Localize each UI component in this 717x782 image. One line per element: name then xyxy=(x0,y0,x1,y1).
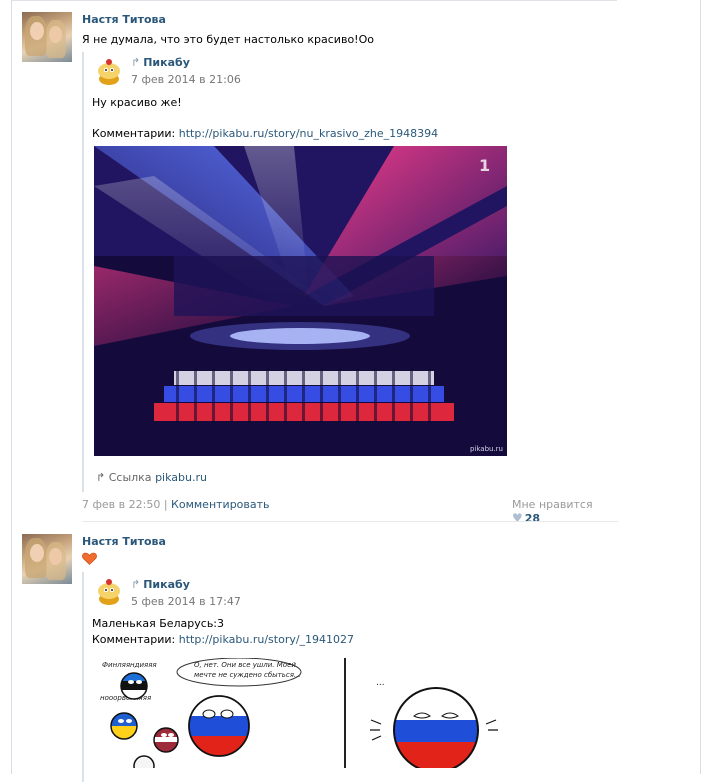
comments-label: Комментарии: xyxy=(92,127,176,140)
attached-link[interactable]: ↱ Ссылка pikabu.ru xyxy=(96,471,207,484)
ukraine-ball xyxy=(110,712,138,740)
pikabu-logo-icon[interactable] xyxy=(94,577,124,607)
repost-source[interactable]: ↱ Пикабу xyxy=(131,578,190,591)
feed-top-border xyxy=(11,0,617,1)
repost-source-name[interactable]: Пикабу xyxy=(143,56,190,69)
comments-link[interactable]: http://pikabu.ru/story/_1941027 xyxy=(179,633,354,646)
repost-icon: ↱ xyxy=(131,578,141,591)
avatar-face xyxy=(30,22,44,40)
link-icon: ↱ xyxy=(96,471,106,484)
post-footer: 7 фев в 22:50 | Комментировать xyxy=(82,498,270,511)
countryballs-drawing xyxy=(370,687,498,768)
comment-button[interactable]: Комментировать xyxy=(171,498,269,511)
svg-text:1: 1 xyxy=(479,156,490,175)
avatar[interactable] xyxy=(22,12,72,62)
stadium-photo: 1 xyxy=(94,146,507,456)
heart-icon: ♥ xyxy=(512,511,523,525)
post-text: Я не думала, что это будет настолько кра… xyxy=(82,33,374,46)
repost-comments-line: Комментарии: http://pikabu.ru/story/nu_k… xyxy=(92,127,438,141)
link-domain[interactable]: pikabu.ru xyxy=(155,471,207,484)
estonia-ball xyxy=(120,672,148,700)
post-author[interactable]: Настя Титова xyxy=(82,13,166,26)
pikabu-logo-icon[interactable] xyxy=(94,57,124,87)
avatar-face xyxy=(30,544,44,562)
post-author[interactable]: Настя Титова xyxy=(82,535,166,548)
repost-source[interactable]: ↱ Пикабу xyxy=(131,56,190,69)
latvia-ball xyxy=(153,727,179,753)
comments-link[interactable]: http://pikabu.ru/story/nu_krasivo_zhe_19… xyxy=(179,127,438,140)
repost-text: Ну красиво же! xyxy=(92,96,182,109)
post-image[interactable]: ... xyxy=(344,658,536,768)
footer-separator: | xyxy=(163,498,168,511)
avatar[interactable] xyxy=(22,534,72,584)
repost-icon: ↱ xyxy=(131,56,141,69)
link-label: Ссылка xyxy=(108,471,152,484)
repost-date[interactable]: 7 фев 2014 в 21:06 xyxy=(131,73,241,86)
repost-block: ↱ Пикабу 5 фев 2014 в 17:47 Маленькая Бел… xyxy=(82,572,624,782)
like-count: 28 xyxy=(524,512,541,525)
feed-right-border xyxy=(700,0,701,774)
post-date[interactable]: 7 фев в 22:50 xyxy=(82,498,160,511)
feed-post: Настя Титова ↱ Пикабу 5 фев 2014 в 17:47 … xyxy=(22,534,620,782)
russia-ball xyxy=(393,687,479,768)
image-watermark: pikabu.ru xyxy=(469,445,503,453)
repost-block: ↱ Пикабу 7 фев 2014 в 21:06 Ну красиво же… xyxy=(82,52,624,492)
repost-date[interactable]: 5 фев 2014 в 17:47 xyxy=(131,595,241,608)
repost-comments-line: Комментарии: http://pikabu.ru/story/_194… xyxy=(92,633,354,647)
russia-ball xyxy=(188,695,250,757)
post-divider xyxy=(82,521,618,522)
post-image[interactable]: 1 pikabu.ru xyxy=(94,146,507,456)
countryballs-drawing xyxy=(110,658,302,768)
feed-left-border xyxy=(11,0,12,774)
avatar-face xyxy=(49,548,62,565)
feed-post: Настя Титова Я не думала, что это будет … xyxy=(22,12,620,525)
heart-emoji-icon xyxy=(82,552,97,565)
repost-source-name[interactable]: Пикабу xyxy=(143,578,190,591)
like-label: Мне нравится xyxy=(512,498,593,511)
avatar-face xyxy=(49,26,62,43)
repost-text: Маленькая Беларусь:3 xyxy=(92,617,225,630)
post-image[interactable]: Финляяндияяя нооорвегияяя О, нет. Они вс… xyxy=(94,658,344,768)
comments-label: Комментарии: xyxy=(92,633,176,646)
